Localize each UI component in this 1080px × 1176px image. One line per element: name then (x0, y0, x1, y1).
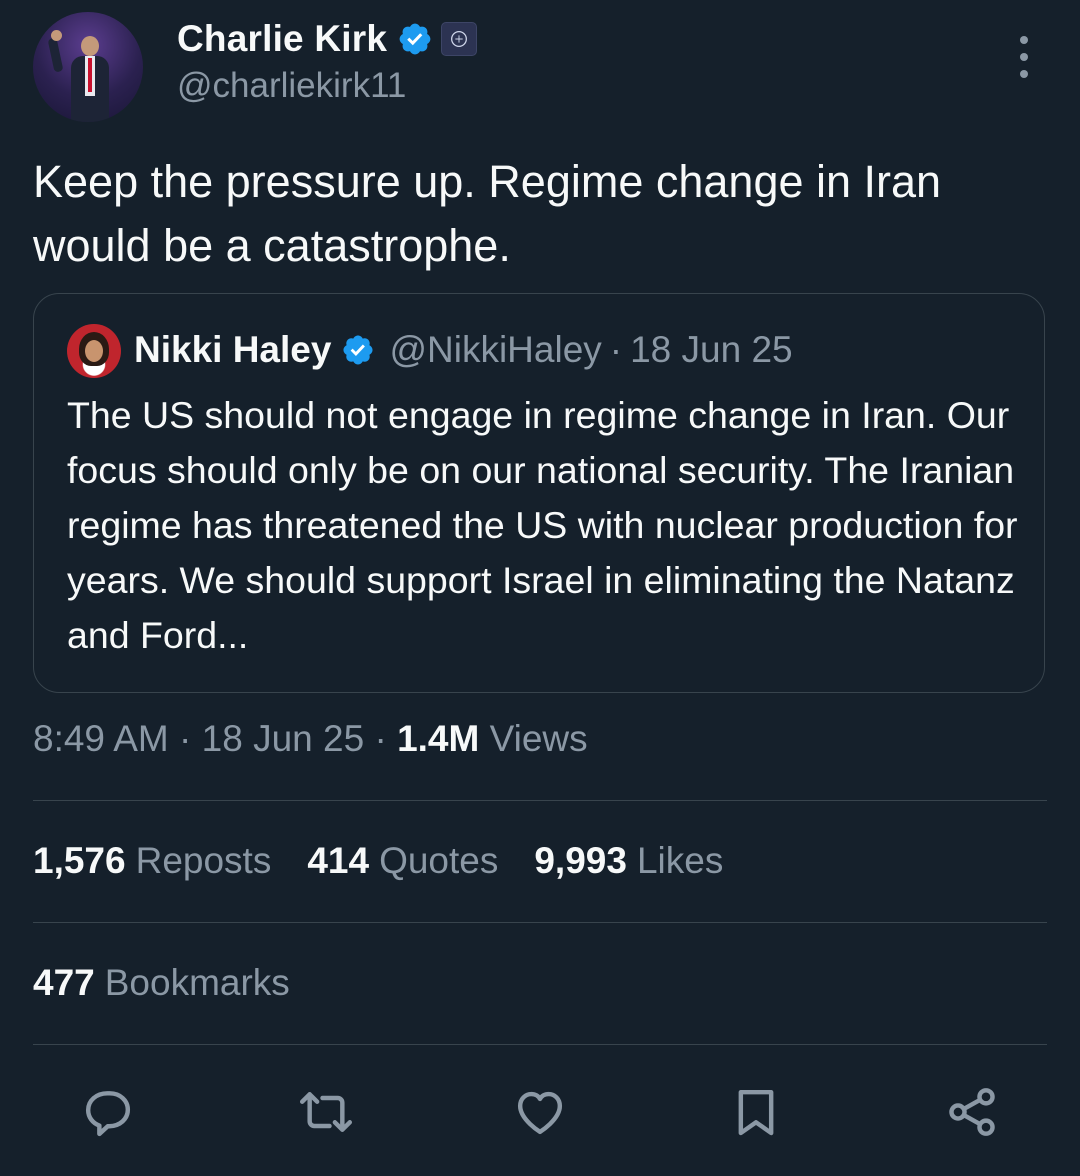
verified-badge-icon[interactable] (397, 21, 433, 57)
reply-icon (85, 1091, 131, 1137)
repost-icon (299, 1092, 353, 1132)
quoted-author-name[interactable]: Nikki Haley (134, 329, 331, 371)
author-handle[interactable]: @charliekirk11 (177, 66, 406, 106)
share-button[interactable] (944, 1084, 1000, 1140)
tweet-date[interactable]: 18 Jun 25 (202, 718, 365, 759)
divider (33, 922, 1047, 923)
like-button[interactable] (512, 1084, 568, 1140)
meta-separator: · (179, 718, 192, 759)
tweet-meta: 8:49 AM · 18 Jun 25 · 1.4M Views (33, 718, 588, 760)
views-count: 1.4M (397, 718, 480, 759)
tweet-detail-view: Charlie Kirk @charliekirk11 Keep the pre… (0, 0, 1080, 1176)
author-display-name[interactable]: Charlie Kirk (177, 18, 387, 60)
quoted-author-handle: @NikkiHaley (389, 329, 602, 370)
likes-stat[interactable]: 9,993 Likes (534, 840, 723, 882)
bookmarks-stat[interactable]: 477 Bookmarks (33, 962, 290, 1004)
quotes-count: 414 (307, 840, 370, 881)
views-label: Views (489, 718, 588, 759)
tweet-text: Keep the pressure up. Regime change in I… (33, 156, 942, 271)
quoted-tweet-card[interactable]: Nikki Haley @NikkiHaley · 18 Jun 25 The … (33, 293, 1045, 693)
bookmarks-label: Bookmarks (104, 962, 290, 1003)
author-name-row: Charlie Kirk (177, 16, 478, 62)
meta-separator: · (374, 718, 387, 759)
author-avatar[interactable] (33, 12, 143, 122)
quoted-author-avatar[interactable] (67, 324, 121, 378)
quoted-verified-badge-icon (343, 335, 373, 365)
organization-badge-icon[interactable] (441, 22, 478, 56)
reposts-label: Reposts (135, 840, 272, 881)
divider (33, 1044, 1047, 1045)
quotes-label: Quotes (379, 840, 499, 881)
likes-label: Likes (636, 840, 724, 881)
reposts-stat[interactable]: 1,576 Reposts (33, 840, 271, 882)
divider (33, 800, 1047, 801)
quoted-separator: · (609, 329, 623, 370)
tweet-time[interactable]: 8:49 AM (33, 718, 169, 759)
repost-button[interactable] (298, 1084, 354, 1140)
reply-button[interactable] (80, 1084, 136, 1140)
like-icon (517, 1091, 563, 1135)
quoted-tweet-text: The US should not engage in regime chang… (67, 394, 1018, 656)
engagement-stats: 1,576 Reposts 414 Quotes 9,993 Likes (33, 840, 759, 882)
likes-count: 9,993 (534, 840, 627, 881)
more-options-icon[interactable] (1008, 36, 1040, 78)
quotes-stat[interactable]: 414 Quotes (307, 840, 498, 882)
share-icon (949, 1088, 995, 1136)
quoted-tweet-header: Nikki Haley @NikkiHaley · 18 Jun 25 (134, 326, 793, 374)
bookmarks-count: 477 (33, 962, 95, 1003)
quoted-tweet-date: 18 Jun 25 (630, 329, 793, 370)
reposts-count: 1,576 (33, 840, 126, 881)
bookmark-button[interactable] (728, 1084, 784, 1140)
bookmark-icon (738, 1089, 774, 1136)
